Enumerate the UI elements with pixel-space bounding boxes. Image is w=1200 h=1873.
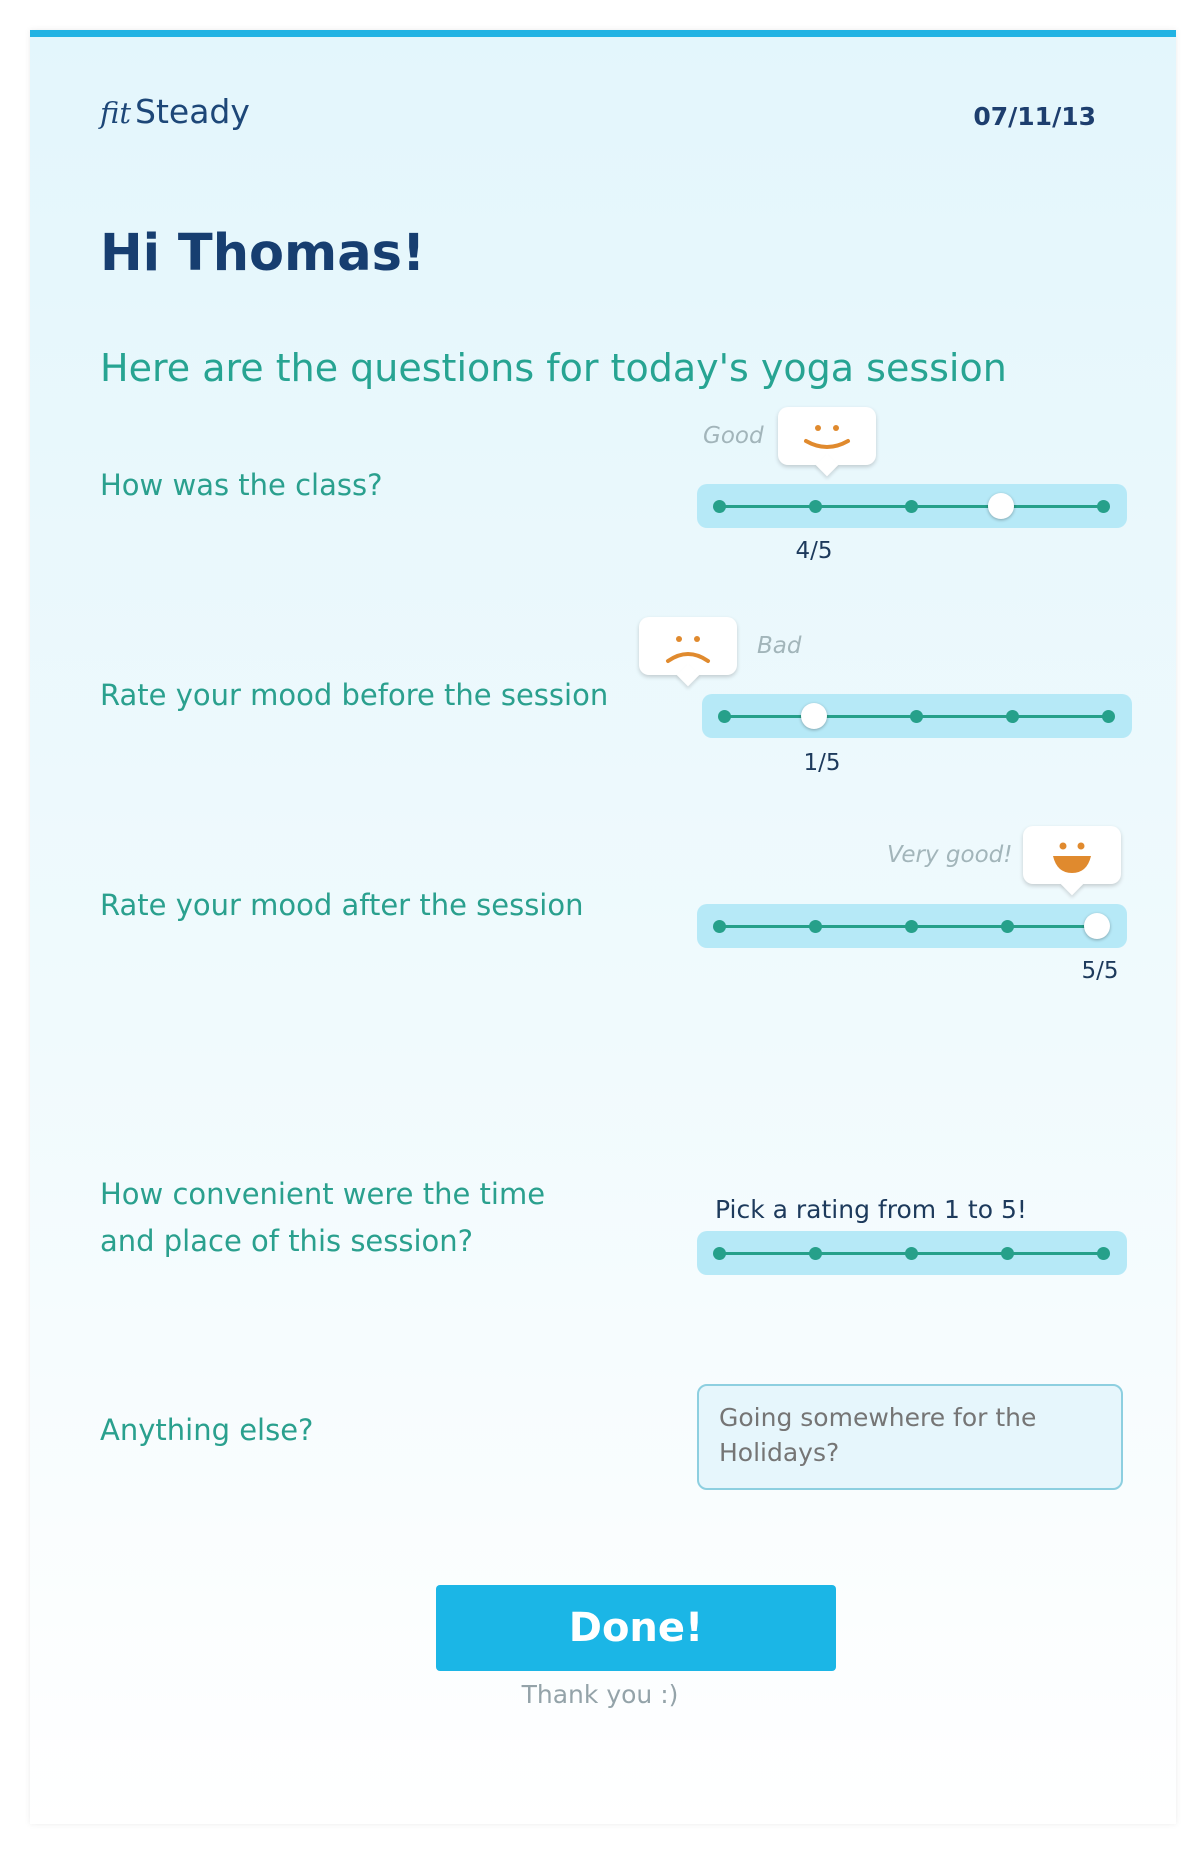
greeting-heading: Hi Thomas! xyxy=(100,224,426,283)
rating-bubble-good xyxy=(778,407,876,477)
slider-stop-4[interactable] xyxy=(1006,710,1019,723)
logo-name: Steady xyxy=(135,92,250,131)
slider-stop-4[interactable] xyxy=(1001,1247,1014,1260)
slider-stop-2[interactable] xyxy=(809,500,822,513)
slider-stop-3[interactable] xyxy=(905,500,918,513)
top-accent-bar xyxy=(30,30,1176,37)
slider-knob[interactable] xyxy=(801,703,827,729)
slider-stop-2[interactable] xyxy=(809,920,822,933)
question-anything-else-label: Anything else? xyxy=(100,1413,314,1447)
slider-stop-1[interactable] xyxy=(713,500,726,513)
slider-stop-5[interactable] xyxy=(1097,500,1110,513)
slider-stop-4[interactable] xyxy=(1001,920,1014,933)
rating-value-mood-before: 1/5 xyxy=(803,750,841,776)
session-date: 07/11/13 xyxy=(973,102,1096,131)
slider-knob[interactable] xyxy=(988,493,1014,519)
big-smile-face-icon xyxy=(1053,842,1091,873)
slider-stop-5[interactable] xyxy=(1097,1247,1110,1260)
slider-stop-3[interactable] xyxy=(905,1247,918,1260)
question-mood-before-label: Rate your mood before the session xyxy=(100,678,609,712)
rating-slider-mood-after[interactable] xyxy=(697,904,1127,948)
subtitle: Here are the questions for today's yoga … xyxy=(100,346,1007,390)
fitsteady-logo: fit Steady xyxy=(100,92,250,131)
frown-face-icon xyxy=(666,636,710,663)
slider-stop-5[interactable] xyxy=(1102,710,1115,723)
rating-value-class: 4/5 xyxy=(795,538,833,564)
rating-slider-convenience[interactable] xyxy=(697,1231,1127,1275)
smile-face-icon xyxy=(804,425,850,449)
mood-hint-good: Good xyxy=(703,423,764,449)
rating-slider-mood-before[interactable] xyxy=(702,694,1132,738)
slider-stop-1[interactable] xyxy=(713,920,726,933)
rating-bubble-bad xyxy=(639,617,737,687)
slider-stop-3[interactable] xyxy=(905,920,918,933)
thank-you-text: Thank you :) xyxy=(521,1680,679,1709)
rating-slider-class[interactable] xyxy=(697,484,1127,528)
anything-else-input[interactable] xyxy=(697,1384,1123,1490)
slider-knob[interactable] xyxy=(1084,913,1110,939)
slider-stop-2[interactable] xyxy=(809,1247,822,1260)
question-convenience-line2: and place of this session? xyxy=(100,1224,474,1258)
mood-hint-very-good: Very good! xyxy=(887,842,1013,868)
rating-value-mood-after: 5/5 xyxy=(1081,958,1119,984)
survey-card: fit Steady 07/11/13 Hi Thomas! Here are t… xyxy=(30,30,1176,1824)
slider-stop-1[interactable] xyxy=(713,1247,726,1260)
slider-stop-3[interactable] xyxy=(910,710,923,723)
question-convenience-label: How convenient were the time and place o… xyxy=(100,1171,545,1265)
question-mood-after-label: Rate your mood after the session xyxy=(100,888,584,922)
rating-bubble-very-good xyxy=(1023,826,1121,896)
question-convenience-line1: How convenient were the time xyxy=(100,1177,546,1211)
mood-hint-bad: Bad xyxy=(757,633,802,659)
rating-prompt: Pick a rating from 1 to 5! xyxy=(715,1195,1027,1224)
question-class-label: How was the class? xyxy=(100,468,383,502)
logo-prefix: fit xyxy=(100,96,131,130)
done-button[interactable]: Done! xyxy=(436,1585,836,1671)
slider-stop-1[interactable] xyxy=(718,710,731,723)
